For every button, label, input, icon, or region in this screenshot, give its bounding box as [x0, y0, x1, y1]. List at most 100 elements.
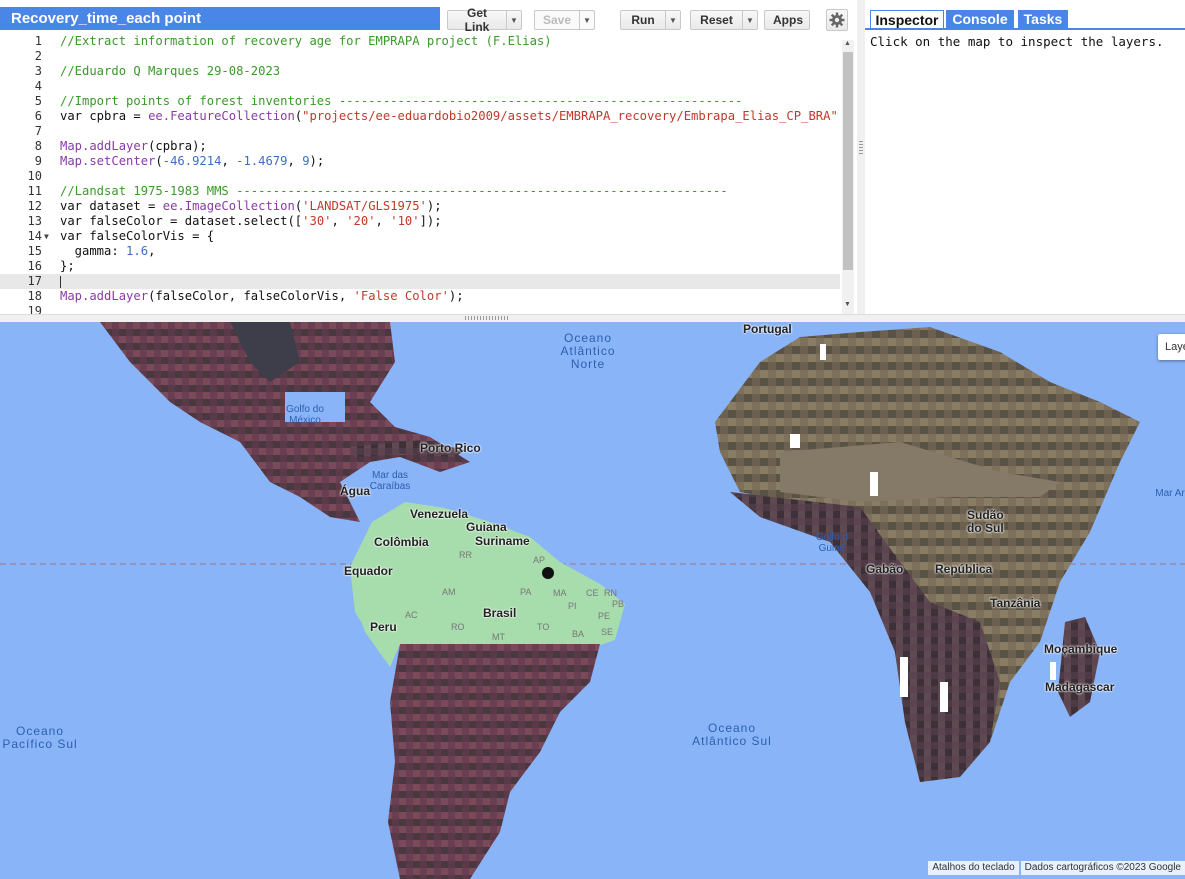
- state-label: PI: [568, 601, 577, 611]
- code-line: 18 Map.addLayer(falseColor, falseColorVis…: [0, 289, 840, 304]
- vertical-splitter[interactable]: [857, 0, 865, 314]
- water-label: Golfo do México: [286, 404, 324, 426]
- code-editor-panel: Recovery_time_each point Get Link ▼ Save…: [0, 0, 858, 316]
- country-label: Suriname: [475, 534, 530, 548]
- code-line: 13 var falseColor = dataset.select(['30',…: [0, 214, 840, 229]
- water-label: Mar das Caraíbas: [369, 470, 411, 492]
- map-data-credit[interactable]: Dados cartográficos ©2023 Google: [1020, 861, 1185, 875]
- state-label: AC: [405, 610, 418, 620]
- reset-button[interactable]: Reset ▼: [690, 10, 758, 30]
- run-button[interactable]: Run ▼: [620, 10, 681, 30]
- country-label: Brasil: [483, 606, 517, 620]
- country-label: Venezuela: [410, 507, 469, 521]
- line-number: 9: [34, 154, 42, 168]
- tab-inspector[interactable]: Inspector: [870, 10, 944, 30]
- line-number: 4: [34, 79, 42, 93]
- water-label: Golfo d Guiné: [815, 532, 849, 554]
- keyboard-shortcuts-link[interactable]: Atalhos do teclado: [928, 861, 1019, 875]
- country-label: República: [935, 562, 993, 576]
- state-label: RR: [459, 550, 472, 560]
- line-number: 10: [27, 169, 42, 183]
- state-label: BA: [572, 629, 585, 639]
- code-line: 1 //Extract information of recovery age f…: [0, 34, 840, 49]
- country-label: Guiana: [466, 520, 507, 534]
- code-text: var cpbra = ee.FeatureCollection("projec…: [60, 109, 840, 123]
- code-line: 6 var cpbra = ee.FeatureCollection("proje…: [0, 109, 840, 124]
- country-label: Portugal: [743, 322, 792, 336]
- line-number: 12: [27, 199, 42, 213]
- code-line: 11 //Landsat 1975-1983 MMS --------------…: [0, 184, 840, 199]
- ocean-label: Oceano Pacífico Sul: [2, 724, 78, 751]
- code-line: 7: [0, 124, 840, 139]
- editor-scrollbar-thumb[interactable]: [843, 52, 853, 270]
- splitter-grip-icon[interactable]: [859, 140, 863, 154]
- tab-underline: [865, 28, 1185, 30]
- inspector-hint-text: Click on the map to inspect the layers.: [870, 34, 1164, 49]
- save-label: Save: [543, 13, 572, 27]
- madagascar-imagery: [1058, 617, 1100, 717]
- code-text: //Landsat 1975-1983 MMS ----------------…: [60, 184, 728, 198]
- line-number: 6: [34, 109, 42, 123]
- code-line: 4: [0, 79, 840, 94]
- code-text: Map.addLayer(cpbra);: [60, 139, 207, 153]
- country-label: Água: [340, 484, 370, 498]
- chevron-down-icon[interactable]: ▼: [579, 11, 594, 29]
- script-title[interactable]: Recovery_time_each point: [0, 7, 440, 30]
- settings-button[interactable]: [826, 9, 848, 31]
- map-attribution: Atalhos do teclado Dados cartográficos ©…: [926, 861, 1185, 875]
- save-button[interactable]: Save ▼: [534, 10, 595, 30]
- code-text: //Extract information of recovery age fo…: [60, 34, 552, 48]
- state-label: MA: [553, 588, 567, 598]
- country-label: Equador: [344, 564, 393, 578]
- code-line: 14 ▼ var falseColorVis = {: [0, 229, 840, 244]
- country-label: Colômbia: [374, 535, 429, 549]
- splitter-grip-icon[interactable]: [465, 316, 509, 320]
- tab-tasks[interactable]: Tasks: [1018, 10, 1068, 28]
- state-label: CE: [586, 588, 599, 598]
- state-label: MT: [492, 632, 505, 642]
- code-text: //Eduardo Q Marques 29-08-2023: [60, 64, 281, 78]
- line-number: 16: [27, 259, 42, 273]
- gear-icon: [829, 12, 845, 28]
- water-label: Mar Ar: [1155, 488, 1185, 499]
- state-label: SE: [601, 627, 614, 637]
- chevron-down-icon[interactable]: ▼: [506, 11, 521, 29]
- code-line: 16};: [0, 259, 840, 274]
- feature-point-marker: [542, 567, 554, 579]
- code-line-active: 17: [0, 274, 840, 289]
- get-link-button[interactable]: Get Link ▼: [447, 6, 522, 34]
- line-number: 17: [27, 274, 42, 288]
- code-line: 12 var dataset = ee.ImageCollection('LAND…: [0, 199, 840, 214]
- code-text: gamma: 1.6,: [60, 244, 156, 258]
- code-line: 10: [0, 169, 840, 184]
- code-text: var falseColor = dataset.select(['30', '…: [60, 214, 442, 228]
- country-label: Porto Rico: [420, 441, 481, 455]
- chevron-down-icon[interactable]: ▼: [665, 11, 680, 29]
- scroll-up-icon[interactable]: ▲: [844, 40, 851, 47]
- chevron-down-icon[interactable]: ▼: [742, 11, 757, 29]
- apps-button[interactable]: Apps: [764, 10, 810, 30]
- apps-label: Apps: [773, 13, 803, 27]
- tab-console[interactable]: Console: [946, 10, 1014, 28]
- code-area[interactable]: 1 //Extract information of recovery age f…: [0, 34, 840, 314]
- code-line: 15 gamma: 1.6,: [0, 244, 840, 259]
- state-label: PA: [520, 587, 532, 597]
- scroll-down-icon[interactable]: ▼: [844, 301, 851, 308]
- line-number: 1: [34, 34, 42, 48]
- text-cursor: [60, 276, 61, 288]
- editor-toolbar: Recovery_time_each point Get Link ▼ Save…: [0, 0, 857, 36]
- code-text: Map.setCenter(-46.9214, -1.4679, 9);: [60, 154, 325, 168]
- code-line: 3 //Eduardo Q Marques 29-08-2023: [0, 64, 840, 79]
- map-view[interactable]: Oceano Atlântico Norte Oceano Atlântico …: [0, 322, 1185, 879]
- state-label: AP: [533, 555, 546, 565]
- code-line: 5 //Import points of forest inventories -…: [0, 94, 840, 109]
- state-label: PB: [612, 599, 625, 609]
- code-text: var falseColorVis = {: [60, 229, 215, 243]
- state-label: RN: [604, 588, 617, 598]
- line-number: 3: [34, 64, 42, 78]
- layers-button[interactable]: Layers: [1158, 334, 1185, 360]
- ocean-label: Oceano Atlântico Sul: [692, 721, 772, 748]
- code-text: var dataset = ee.ImageCollection('LANDSA…: [60, 199, 442, 213]
- south-america-imagery: [388, 644, 600, 879]
- fold-arrow-icon[interactable]: ▼: [44, 229, 49, 244]
